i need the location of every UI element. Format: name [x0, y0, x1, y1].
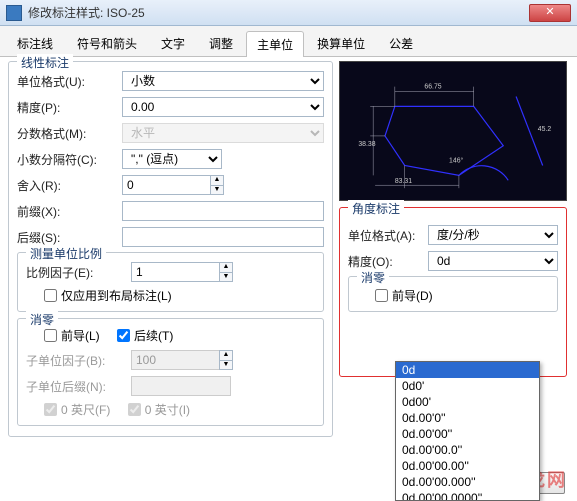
angle-zero-group: 消零 前导(D) [348, 276, 558, 312]
angle-precision-dropdown[interactable]: 0d 0d0' 0d00' 0d.00'0'' 0d.00'00'' 0d.00… [395, 361, 540, 501]
dropdown-option[interactable]: 0d0' [396, 378, 539, 394]
round-input[interactable] [122, 175, 210, 195]
tab-symbols[interactable]: 符号和箭头 [66, 30, 148, 56]
dropdown-option[interactable]: 0d.00'00.0'' [396, 442, 539, 458]
dropdown-option[interactable]: 0d.00'0'' [396, 410, 539, 426]
spin-down-icon[interactable]: ▼ [220, 273, 232, 282]
linear-dim-group: 线性标注 单位格式(U): 小数 精度(P): 0.00 分数格式(M): 水平… [8, 61, 333, 437]
window-title: 修改标注样式: ISO-25 [28, 4, 145, 21]
scale-title: 测量单位比例 [26, 245, 106, 262]
angle-unit-select[interactable]: 度/分/秒 [428, 225, 558, 245]
round-spinner[interactable]: ▲▼ [122, 175, 324, 195]
scale-group: 测量单位比例 比例因子(E): ▲▼ 仅应用到布局标注(L) [17, 252, 324, 312]
tab-strip: 标注线 符号和箭头 文字 调整 主单位 换算单位 公差 [0, 26, 577, 57]
zero-title: 消零 [26, 311, 58, 328]
zero-suppress-group: 消零 前导(L) 后续(T) 子单位因子(B): ▲▼ [17, 318, 324, 426]
fraction-format-select: 水平 [122, 123, 324, 143]
angle-leading-checkbox[interactable]: 前导(D) [375, 287, 433, 304]
spin-up-icon: ▲ [220, 351, 232, 361]
unit-format-label: 单位格式(U): [17, 73, 122, 90]
scale-factor-spinner[interactable]: ▲▼ [131, 262, 315, 282]
spin-up-icon[interactable]: ▲ [211, 176, 223, 186]
title-bar: 修改标注样式: ISO-25 ✕ [0, 0, 577, 26]
angle-dim-group: 角度标注 单位格式(A): 度/分/秒 精度(O): 0d 消零 前导(D) [339, 207, 567, 377]
prefix-input[interactable] [122, 201, 324, 221]
tab-primary-units[interactable]: 主单位 [246, 31, 304, 57]
dropdown-option[interactable]: 0d.00'00.00'' [396, 458, 539, 474]
spin-down-icon[interactable]: ▼ [211, 186, 223, 195]
dropdown-option[interactable]: 0d.00'00'' [396, 426, 539, 442]
sub-factor-label: 子单位因子(B): [26, 352, 131, 369]
leading-checkbox[interactable]: 前导(L) [44, 327, 100, 344]
sub-factor-input [131, 350, 219, 370]
suffix-input[interactable] [122, 227, 324, 247]
angle-precision-select[interactable]: 0d [428, 251, 558, 271]
svg-text:66.75: 66.75 [424, 84, 441, 91]
layout-only-checkbox[interactable]: 仅应用到布局标注(L) [44, 287, 172, 304]
trailing-checkbox[interactable]: 后续(T) [117, 327, 173, 344]
angle-dim-title: 角度标注 [348, 200, 404, 217]
sub-suffix-label: 子单位后缀(N): [26, 378, 131, 395]
tab-text[interactable]: 文字 [150, 30, 196, 56]
angle-unit-label: 单位格式(A): [348, 227, 428, 244]
svg-text:45.2: 45.2 [538, 126, 552, 133]
inch-checkbox: 0 英寸(I) [128, 401, 190, 418]
prefix-label: 前缀(X): [17, 203, 122, 220]
linear-dim-title: 线性标注 [17, 54, 73, 71]
svg-text:146°: 146° [449, 157, 463, 165]
dropdown-option[interactable]: 0d [396, 362, 539, 378]
dropdown-option[interactable]: 0d.00'00.000'' [396, 474, 539, 490]
fraction-format-label: 分数格式(M): [17, 125, 122, 142]
decimal-sep-label: 小数分隔符(C): [17, 151, 122, 168]
scale-factor-label: 比例因子(E): [26, 264, 131, 281]
preview-pane: 66.75 38.38 45.2 146° 83.31 [339, 61, 567, 201]
app-icon [6, 5, 22, 21]
tab-alt-units[interactable]: 换算单位 [306, 30, 376, 56]
decimal-sep-select[interactable]: "," (逗点) [122, 149, 222, 169]
precision-select[interactable]: 0.00 [122, 97, 324, 117]
angle-zero-title: 消零 [357, 269, 389, 286]
tab-lines[interactable]: 标注线 [6, 30, 64, 56]
precision-label: 精度(P): [17, 99, 122, 116]
angle-precision-label: 精度(O): [348, 253, 428, 270]
suffix-label: 后缀(S): [17, 229, 122, 246]
scale-factor-input[interactable] [131, 262, 219, 282]
round-label: 舍入(R): [17, 177, 122, 194]
svg-text:38.38: 38.38 [358, 141, 375, 148]
tab-tolerances[interactable]: 公差 [378, 30, 424, 56]
unit-format-select[interactable]: 小数 [122, 71, 324, 91]
dropdown-option[interactable]: 0d00' [396, 394, 539, 410]
feet-checkbox: 0 英尺(F) [44, 401, 110, 418]
dropdown-option[interactable]: 0d.00'00.0000'' [396, 490, 539, 501]
spin-up-icon[interactable]: ▲ [220, 263, 232, 273]
spin-down-icon: ▼ [220, 361, 232, 370]
close-button[interactable]: ✕ [529, 4, 571, 22]
sub-factor-spinner: ▲▼ [131, 350, 315, 370]
tab-fit[interactable]: 调整 [198, 30, 244, 56]
sub-suffix-input [131, 376, 231, 396]
svg-text:83.31: 83.31 [395, 178, 412, 185]
